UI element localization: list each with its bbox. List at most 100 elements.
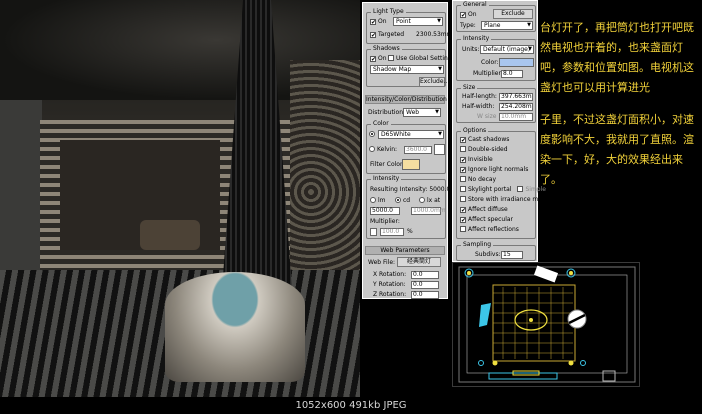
annotation-text-1: 台灯开了，再把筒灯也打开吧既然电视也开着的，也来盏面灯吧，参数和位置如图。电视机… xyxy=(540,21,694,94)
color-preset-dropdown[interactable]: D65White ▼ xyxy=(378,130,444,139)
floor-plan-drawing xyxy=(458,265,636,383)
units-dropdown[interactable]: Default (image) ▼ xyxy=(480,45,534,54)
option-label: Cast shadows xyxy=(468,136,510,143)
shadows-group: Shadows ✔ On Use Global Settings Shadow M… xyxy=(366,45,455,87)
web-file-label: Web File: xyxy=(368,259,396,266)
kelvin-field[interactable]: 3600.0 xyxy=(404,146,432,154)
option-checkbox[interactable]: ✔ Invisible xyxy=(460,156,493,164)
light-type-dropdown[interactable]: Point ▼ xyxy=(393,17,443,26)
general-on-label: On xyxy=(468,11,477,18)
intensity-title: Intensity xyxy=(371,175,402,183)
downlight-1 xyxy=(492,360,498,366)
intensity-rollout-header[interactable]: Intensity/Color/Distribution xyxy=(365,95,447,104)
intensity-group-right: Intensity Units: Default (image) ▼ Color:… xyxy=(456,35,536,81)
options-title: Options xyxy=(461,127,489,135)
option-label: Affect reflections xyxy=(468,226,519,233)
checkbox-box[interactable] xyxy=(460,146,466,152)
y-rotation-label: Y Rotation: xyxy=(373,281,406,288)
distribution-value: Web xyxy=(406,109,420,116)
ceiling-grid xyxy=(493,287,573,359)
preset-radio[interactable] xyxy=(369,131,377,139)
checkbox-box[interactable] xyxy=(460,176,466,182)
option-checkbox[interactable]: Affect reflections xyxy=(460,226,519,234)
shadows-on-checkbox[interactable]: ✔ On xyxy=(370,55,387,63)
cd-radio[interactable]: cd xyxy=(395,197,410,205)
web-parameters-header[interactable]: Web Parameters xyxy=(365,246,445,255)
general-title: General xyxy=(461,1,489,9)
checkbox-box[interactable]: ✔ xyxy=(460,137,466,144)
checkbox-box[interactable]: ✔ xyxy=(460,217,466,224)
multiplier-label-right: Multiplier: xyxy=(473,70,503,77)
option-checkbox[interactable]: ✔ Affect diffuse xyxy=(460,206,508,214)
camera-icon xyxy=(533,265,559,283)
color-group: Color D65White ▼ Kelvin: 3600.0 Filter Co… xyxy=(366,120,446,174)
chevron-down-icon: ▼ xyxy=(435,109,439,115)
option-checkbox[interactable]: ✔ Cast shadows xyxy=(460,136,509,144)
targeted-label: Targeted xyxy=(378,31,405,38)
y-rotation-field[interactable]: 0.0 xyxy=(411,281,439,289)
option-checkbox[interactable]: Skylight portal Simple xyxy=(460,186,546,194)
subdivs-field[interactable]: 15 xyxy=(501,251,523,259)
option-checkbox[interactable]: ✔ Affect specular xyxy=(460,216,513,224)
round-bathtub xyxy=(165,272,305,382)
web-file-button[interactable]: 经典筒灯 xyxy=(397,257,441,267)
multiplier-field-right[interactable]: 8.0 xyxy=(501,70,523,78)
checkbox-box[interactable] xyxy=(460,196,466,202)
checkbox-box[interactable]: ✔ xyxy=(460,167,466,174)
light-color-swatch[interactable] xyxy=(499,58,534,67)
x-rotation-field[interactable]: 0.0 xyxy=(411,271,439,279)
type-value: Plane xyxy=(484,22,501,29)
general-on-checkbox[interactable]: ✔ On xyxy=(460,11,477,19)
options-group: Options ✔ Cast shadows Double-sided ✔ Invisi… xyxy=(456,127,546,239)
multiplier-field[interactable]: 100.0 xyxy=(380,228,404,236)
size-group: Size Half-length: 397.663m Half-width: 2… xyxy=(456,84,536,123)
downlight-3 xyxy=(478,360,484,366)
sampling-group: Sampling Subdivs: 15 xyxy=(456,241,536,261)
general-exclude-button[interactable]: Exclude xyxy=(493,9,533,19)
checkbox-box[interactable] xyxy=(460,186,466,192)
floor-plan-viewport xyxy=(452,262,640,387)
light-type-group: Light Type ✔ On Point ▼ ✔ Targeted 2300.53m… xyxy=(366,8,453,44)
light-on-checkbox[interactable]: ✔ On xyxy=(370,18,387,26)
option-label: Double-sided xyxy=(468,146,508,153)
percent-label: % xyxy=(407,228,413,235)
option-label: No decay xyxy=(468,176,497,183)
targeted-checkbox[interactable]: ✔ Targeted xyxy=(370,31,404,39)
use-global-label: Use Global Settings xyxy=(396,55,455,62)
kelvin-radio[interactable]: Kelvin: xyxy=(369,146,397,154)
type-dropdown[interactable]: Plane ▼ xyxy=(481,21,533,30)
lx-distance-field[interactable]: 1000.0mm xyxy=(411,207,446,215)
checkbox-box[interactable] xyxy=(460,226,466,232)
image-caption: 1052x600 491kb JPEG xyxy=(0,397,702,414)
checkbox-box[interactable]: ✔ xyxy=(460,157,466,164)
kelvin-color-swatch[interactable] xyxy=(434,144,445,155)
distribution-dropdown[interactable]: Web ▼ xyxy=(403,108,441,117)
light-parameters-panel: Light Type ✔ On Point ▼ ✔ Targeted 2300.53m… xyxy=(362,2,459,299)
sampling-title: Sampling xyxy=(461,241,494,249)
option-checkbox[interactable]: Double-sided xyxy=(460,146,508,154)
dimmer-checkbox[interactable] xyxy=(370,228,377,236)
half-length-label: Half-length: xyxy=(462,93,497,100)
lx-radio[interactable]: lx at xyxy=(419,197,440,205)
option-label: Ignore light normals xyxy=(468,166,529,173)
option-checkbox[interactable]: Store with irradiance map xyxy=(460,196,546,204)
filter-color-swatch[interactable] xyxy=(402,159,420,170)
shadow-map-dropdown[interactable]: Shadow Map ▼ xyxy=(370,65,444,74)
half-width-field[interactable]: 254.208m xyxy=(499,103,533,111)
x-rotation-label: X Rotation: xyxy=(373,271,407,278)
lm-radio[interactable]: lm xyxy=(370,197,386,205)
option-checkbox[interactable]: ✔ Ignore light normals xyxy=(460,166,528,174)
inner-wall xyxy=(466,274,628,374)
w-size-field[interactable]: 10.0mm xyxy=(499,113,533,121)
tub-center xyxy=(529,318,533,322)
option-checkbox[interactable]: No decay xyxy=(460,176,496,184)
size-title: Size xyxy=(461,84,478,92)
z-rotation-field[interactable]: 0.0 xyxy=(411,291,439,299)
filter-color-label: Filter Color: xyxy=(370,161,405,168)
exclude-button[interactable]: Exclude... xyxy=(419,77,449,87)
use-global-checkbox[interactable]: Use Global Settings xyxy=(388,55,455,63)
half-length-field[interactable]: 397.663m xyxy=(499,93,533,101)
option-label: Invisible xyxy=(468,156,493,163)
intensity-value-field[interactable]: 5000.0 xyxy=(370,207,400,215)
checkbox-box[interactable]: ✔ xyxy=(460,207,466,214)
